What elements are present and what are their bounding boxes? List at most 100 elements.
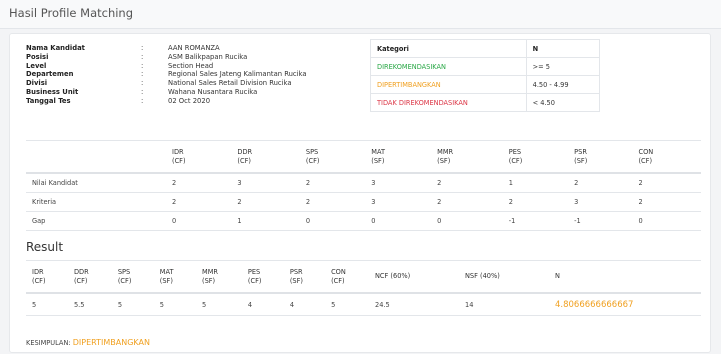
nsf-value: 14	[459, 292, 549, 316]
result-col-header: MMR (SF)	[196, 260, 242, 294]
score-cell: 0	[431, 211, 503, 231]
score-header-row: IDR (CF) DDR (CF) SPS (CF) MAT (SF) MMR (SF) …	[26, 140, 701, 174]
score-col-header: PSR (SF)	[568, 140, 633, 174]
result-col-header: IDR (CF)	[26, 260, 68, 294]
score-table: IDR (CF) DDR (CF) SPS (CF) MAT (SF) MMR (SF) …	[26, 140, 701, 231]
score-cell: 2	[299, 172, 366, 193]
result-col-header: MAT (SF)	[153, 260, 196, 294]
score-cell: 2	[299, 192, 366, 212]
score-cell: 0	[365, 211, 432, 231]
score-header-blank	[26, 140, 166, 174]
conclusion-status: DIPERTIMBANGKAN	[72, 338, 150, 347]
info-label: Nama Kandidat	[26, 44, 85, 52]
score-cell: 0	[166, 211, 232, 231]
kategori-label-direkomendasikan: DIREKOMENDASIKAN	[370, 57, 527, 76]
result-col-header: PES (CF)	[241, 260, 284, 294]
kategori-label-dipertimbangkan: DIPERTIMBANGKAN	[370, 75, 527, 94]
score-col-header: PES (CF)	[502, 140, 569, 174]
info-label: Posisi	[26, 52, 49, 61]
score-col-header: IDR (CF)	[166, 140, 232, 174]
score-cell: 3	[231, 172, 300, 193]
score-col-header: DDR (CF)	[231, 140, 300, 174]
n-header: N	[549, 260, 701, 294]
table-row: 5 5.5 5 5 5 4 4 5 24.5 14 4.806666666666…	[26, 292, 701, 316]
kategori-range: 4.50 - 4.99	[525, 75, 601, 94]
kategori-header: Kategori	[370, 39, 527, 58]
result-cell: 5.5	[67, 292, 112, 316]
ncf-value: 24.5	[369, 292, 459, 316]
info-separator: :	[141, 70, 144, 79]
n-value: 4.8066666666667	[549, 292, 701, 316]
table-row: Kriteria 2 2 2 3 2 2 3 2	[26, 192, 701, 212]
row-label: Nilai Kandidat	[26, 172, 166, 193]
kategori-table: Kategori N DIREKOMENDASIKAN >= 5 DIPERTI…	[370, 39, 601, 112]
result-card: Nama Kandidat : AAN ROMANZA Posisi : ASM…	[9, 33, 711, 353]
nsf-header: NSF (40%)	[459, 260, 549, 294]
info-value: 02 Oct 2020	[168, 96, 211, 105]
result-header-row: IDR (CF) DDR (CF) SPS (CF) MAT (SF) MMR (SF) …	[26, 260, 701, 294]
result-col-header: PSR (SF)	[283, 260, 326, 294]
info-label: Business Unit	[26, 87, 79, 96]
info-value: Section Head	[168, 61, 214, 70]
kategori-range: < 4.50	[525, 93, 601, 112]
info-label: Divisi	[26, 79, 48, 88]
result-cell: 4	[241, 292, 284, 316]
kategori-row: DIPERTIMBANGKAN 4.50 - 4.99	[370, 75, 601, 94]
score-cell: 2	[166, 192, 232, 212]
score-cell: 2	[231, 192, 300, 212]
score-cell: 1	[502, 172, 569, 193]
score-cell: 0	[632, 211, 701, 231]
table-row: Nilai Kandidat 2 3 2 3 2 1 2 2	[26, 172, 701, 193]
result-table: IDR (CF) DDR (CF) SPS (CF) MAT (SF) MMR (SF) …	[26, 260, 701, 316]
kategori-row: TIDAK DIREKOMENDASIKAN < 4.50	[370, 93, 601, 112]
row-label: Kriteria	[26, 192, 166, 212]
kategori-n-header: N	[525, 39, 601, 58]
info-value: Wahana Nusantara Rucika	[168, 87, 258, 96]
score-cell: 2	[502, 192, 569, 212]
info-value: Regional Sales Jateng Kalimantan Rucika	[168, 70, 307, 79]
score-cell: 2	[568, 172, 633, 193]
info-separator: :	[141, 87, 144, 96]
score-cell: 1	[231, 211, 300, 231]
score-cell: -1	[568, 211, 633, 231]
score-cell: 2	[632, 172, 701, 193]
score-col-header: SPS (CF)	[299, 140, 366, 174]
result-col-header: DDR (CF)	[67, 260, 112, 294]
score-cell: 2	[431, 192, 503, 212]
kategori-header-row: Kategori N	[370, 39, 601, 58]
conclusion: KESIMPULAN: DIPERTIMBANGKAN	[26, 338, 150, 347]
result-cell: 5	[325, 292, 369, 316]
info-separator: :	[141, 79, 144, 88]
table-row: Gap 0 1 0 0 0 -1 -1 0	[26, 211, 701, 231]
ncf-header: NCF (60%)	[369, 260, 459, 294]
info-value: AAN ROMANZA	[168, 44, 220, 52]
score-col-header: MAT (SF)	[365, 140, 432, 174]
result-cell: 5	[196, 292, 242, 316]
score-cell: 3	[365, 172, 432, 193]
score-cell: 2	[632, 192, 701, 212]
info-label: Tanggal Tes	[26, 96, 71, 105]
info-separator: :	[141, 52, 144, 61]
info-label: Level	[26, 61, 47, 70]
score-cell: -1	[502, 211, 569, 231]
result-col-header: SPS (CF)	[111, 260, 154, 294]
score-col-header: MMR (SF)	[431, 140, 503, 174]
result-cell: 4	[283, 292, 326, 316]
info-value: National Sales Retail Division Rucika	[168, 79, 292, 88]
info-value: ASM Balikpapan Rucika	[168, 52, 248, 61]
conclusion-label: KESIMPULAN:	[26, 339, 71, 347]
row-label: Gap	[26, 211, 166, 231]
result-heading: Result	[26, 240, 64, 254]
kategori-range: >= 5	[525, 57, 601, 76]
info-separator: :	[141, 61, 144, 70]
result-cell: 5	[153, 292, 196, 316]
page-title: Hasil Profile Matching	[9, 6, 134, 20]
score-cell: 3	[568, 192, 633, 212]
result-cell: 5	[111, 292, 154, 316]
info-separator: :	[141, 96, 144, 105]
kategori-label-tidak-direkomendasikan: TIDAK DIREKOMENDASIKAN	[370, 93, 527, 112]
result-cell: 5	[26, 292, 68, 316]
page-header: Hasil Profile Matching	[0, 0, 721, 29]
info-separator: :	[141, 44, 144, 52]
score-cell: 0	[299, 211, 366, 231]
